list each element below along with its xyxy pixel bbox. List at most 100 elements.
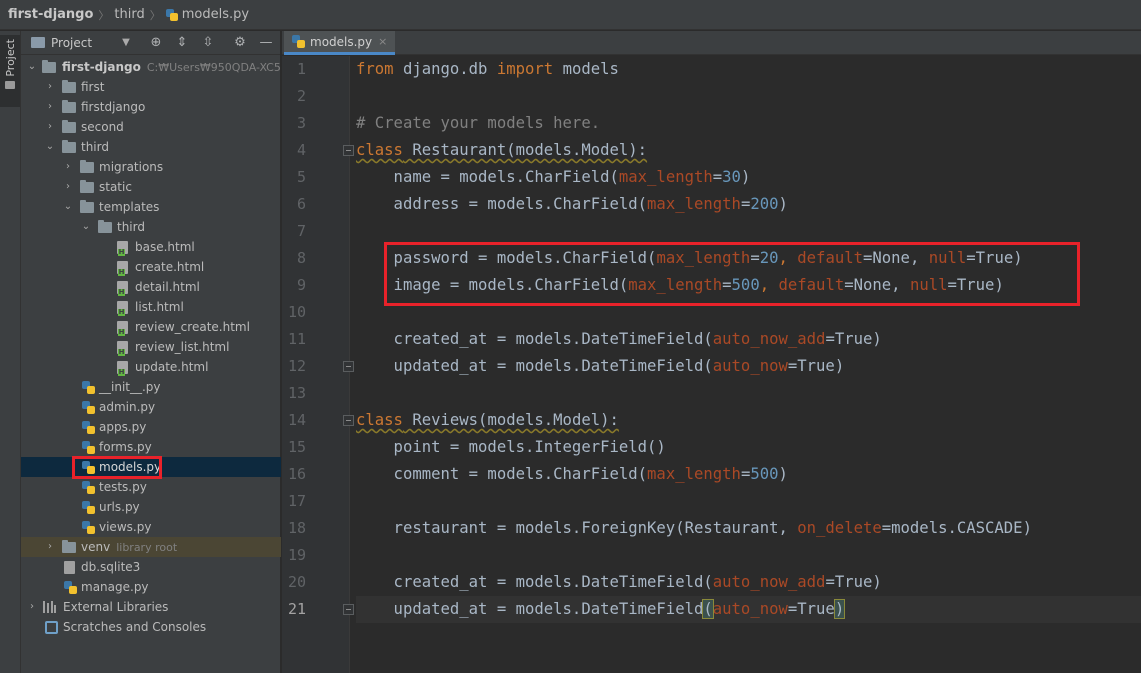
code-line-5: name = models.CharField(max_length=30): [356, 168, 751, 186]
locate-icon[interactable]: ⊕: [147, 34, 165, 52]
tree-item-label: update.html: [135, 360, 209, 374]
tree-item-label: tests.py: [99, 480, 147, 494]
tree-item-init-py[interactable]: __init__.py: [21, 377, 281, 397]
code-line-1: from django.db import models: [356, 60, 619, 78]
line-number: 15: [287, 438, 306, 456]
chevron-down-icon[interactable]: ⌄: [81, 217, 91, 237]
fold-marker-icon[interactable]: [343, 604, 354, 615]
tree-item-label: forms.py: [99, 440, 152, 454]
line-number: 12: [287, 357, 306, 375]
tree-item-second[interactable]: › second: [21, 117, 281, 137]
tree-item-static[interactable]: › static: [21, 177, 281, 197]
tab-models-py[interactable]: models.py ×: [284, 31, 396, 55]
tree-item-label: third: [117, 220, 145, 234]
tree-item-label: first-django: [62, 60, 141, 74]
tree-item-firstdjango[interactable]: › firstdjango: [21, 97, 281, 117]
line-number: 9: [296, 276, 306, 294]
tree-item-tests-py[interactable]: tests.py: [21, 477, 281, 497]
chevron-down-icon[interactable]: ▼: [122, 37, 130, 48]
html-file-icon: [117, 281, 128, 296]
tree-item-urls-py[interactable]: urls.py: [21, 497, 281, 517]
folder-icon: [42, 60, 56, 73]
html-file-icon: [117, 321, 128, 336]
tree-item-apps-py[interactable]: apps.py: [21, 417, 281, 437]
tree-item-create-html[interactable]: create.html: [21, 257, 281, 277]
line-number: 3: [296, 114, 306, 132]
code-line-21: updated_at = models.DateTimeField(auto_n…: [356, 596, 1141, 623]
tree-item-review-list-html[interactable]: review_list.html: [21, 337, 281, 357]
tree-item-label: first: [81, 80, 105, 94]
chevron-right-icon[interactable]: ›: [63, 157, 73, 177]
tree-item-scratches[interactable]: Scratches and Consoles: [21, 617, 281, 637]
tree-item-label: Scratches and Consoles: [63, 620, 207, 634]
tree-item-templates-third[interactable]: ⌄ third: [21, 217, 281, 237]
tree-item-forms-py[interactable]: forms.py: [21, 437, 281, 457]
folder-icon: [62, 80, 76, 93]
tree-item-templates[interactable]: ⌄ templates: [21, 197, 281, 217]
tree-item-label: third: [81, 140, 109, 154]
fold-marker-icon[interactable]: [343, 145, 354, 156]
tree-item-root[interactable]: ⌄ first-django C:₩Users₩950QDA-XC58B: [21, 57, 281, 77]
tree-item-first[interactable]: › first: [21, 77, 281, 97]
code-area[interactable]: from django.db import models # Create yo…: [356, 56, 1141, 673]
tree-item-base-html[interactable]: base.html: [21, 237, 281, 257]
line-number: 5: [296, 168, 306, 186]
tree-item-label: venv: [81, 540, 111, 554]
tree-item-label: migrations: [99, 160, 164, 174]
breadcrumb-project[interactable]: first-django: [8, 7, 93, 22]
project-view-selector[interactable]: Project: [51, 36, 92, 50]
highlight-box-models-py: [72, 456, 162, 479]
tree-item-label: External Libraries: [63, 600, 169, 614]
project-tool-tab[interactable]: Project: [0, 35, 20, 107]
gear-icon[interactable]: ⚙: [231, 34, 249, 52]
tree-item-review-create-html[interactable]: review_create.html: [21, 317, 281, 337]
breadcrumb-file[interactable]: models.py: [182, 7, 249, 22]
root-path: C:₩Users₩950QDA-XC58B: [146, 61, 281, 74]
tree-item-label: admin.py: [99, 400, 156, 414]
folder-icon: [62, 140, 76, 153]
code-line-18: restaurant = models.ForeignKey(Restauran…: [356, 519, 1032, 537]
folder-icon: [80, 200, 94, 213]
collapse-all-icon[interactable]: ⇳: [199, 34, 217, 52]
expand-all-icon[interactable]: ⇕: [173, 34, 191, 52]
close-icon[interactable]: ×: [378, 35, 387, 48]
chevron-right-icon[interactable]: ›: [45, 537, 55, 557]
chevron-right-icon[interactable]: ›: [45, 97, 55, 117]
chevron-right-icon[interactable]: ›: [63, 177, 73, 197]
tree-item-label: views.py: [99, 520, 152, 534]
scratches-icon: [45, 621, 58, 634]
code-line-15: point = models.IntegerField(): [356, 438, 666, 456]
tree-item-label: second: [81, 120, 124, 134]
code-editor: models.py × 1 2 3 4 5 6 7 8 9 10 11 12 1…: [282, 31, 1141, 673]
tree-item-label: create.html: [135, 260, 205, 274]
folder-icon: [80, 180, 94, 193]
chevron-right-icon: 〉: [98, 8, 110, 22]
tree-item-third[interactable]: ⌄ third: [21, 137, 281, 157]
tree-item-label: templates: [99, 200, 160, 214]
chevron-down-icon[interactable]: ⌄: [27, 57, 37, 77]
tree-item-db-sqlite3[interactable]: db.sqlite3: [21, 557, 281, 577]
line-number: 4: [296, 141, 306, 159]
tree-item-list-html[interactable]: list.html: [21, 297, 281, 317]
chevron-down-icon[interactable]: ⌄: [45, 137, 55, 157]
line-number: 19: [287, 546, 306, 564]
fold-marker-icon[interactable]: [343, 361, 354, 372]
tree-item-migrations[interactable]: › migrations: [21, 157, 281, 177]
breadcrumb-folder[interactable]: third: [114, 7, 144, 22]
chevron-right-icon[interactable]: ›: [45, 77, 55, 97]
chevron-right-icon[interactable]: ›: [45, 117, 55, 137]
chevron-right-icon[interactable]: ›: [27, 597, 37, 617]
tree-item-admin-py[interactable]: admin.py: [21, 397, 281, 417]
minimize-icon[interactable]: —: [257, 34, 275, 52]
tree-item-detail-html[interactable]: detail.html: [21, 277, 281, 297]
python-file-icon: [82, 381, 95, 394]
tree-item-venv[interactable]: › venv library root: [21, 537, 281, 557]
fold-marker-icon[interactable]: [343, 415, 354, 426]
tree-item-manage-py[interactable]: manage.py: [21, 577, 281, 597]
code-line-20: created_at = models.DateTimeField(auto_n…: [356, 573, 882, 591]
tree-item-label: __init__.py: [99, 380, 161, 394]
tree-item-update-html[interactable]: update.html: [21, 357, 281, 377]
chevron-down-icon[interactable]: ⌄: [63, 197, 73, 217]
tree-item-external-libraries[interactable]: › External Libraries: [21, 597, 281, 617]
tree-item-views-py[interactable]: views.py: [21, 517, 281, 537]
